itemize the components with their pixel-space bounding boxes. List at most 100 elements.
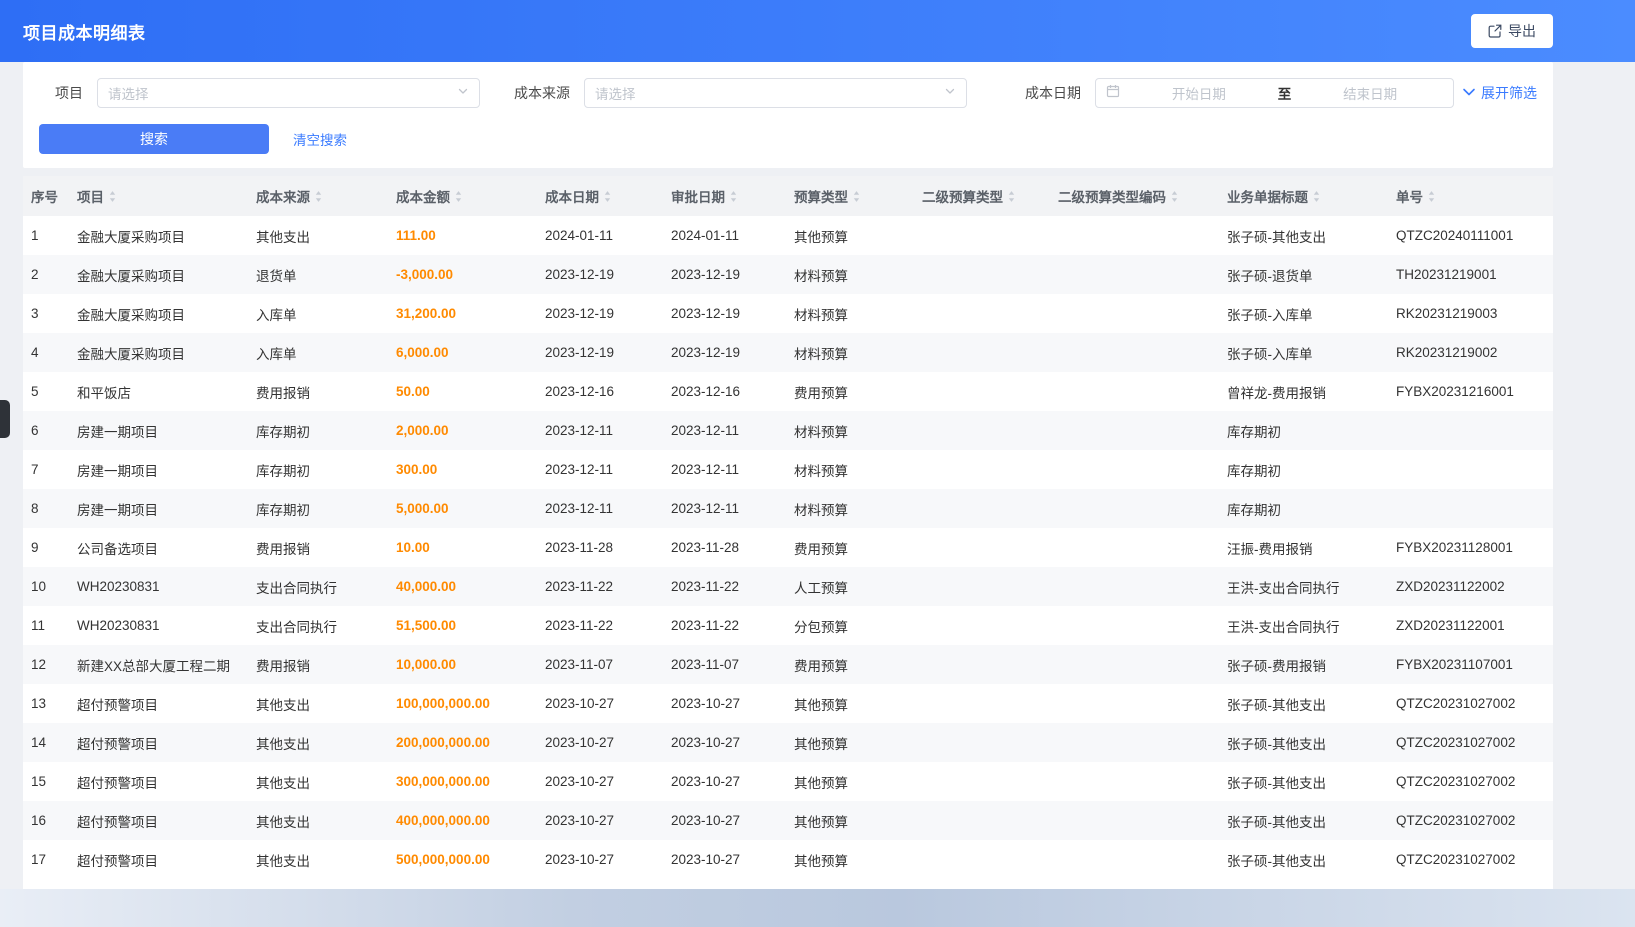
table-cell — [1050, 567, 1219, 606]
table-cell: 房建一期项目 — [69, 489, 248, 528]
table-cell: 9 — [23, 528, 69, 567]
table-cell — [914, 567, 1050, 606]
table-cell — [1050, 606, 1219, 645]
table-cell: FYBX20231107001 — [1388, 645, 1553, 684]
table-cell — [914, 684, 1050, 723]
table-cell: 300,000,000.00 — [388, 762, 537, 801]
table-cell — [914, 840, 1050, 879]
table-cell: 2023-12-19 — [663, 333, 786, 372]
column-header-6[interactable]: 预算类型 — [786, 176, 914, 216]
search-button[interactable]: 搜索 — [39, 124, 269, 154]
table-cell: 其他预算 — [786, 801, 914, 840]
cost-detail-table: 序号项目成本来源 成本金额 成本日期审批日期 预算类型二级预算类型二级预算类型编码 业务… — [23, 176, 1553, 879]
column-header-8[interactable]: 二级预算类型编码 — [1050, 176, 1219, 216]
project-select[interactable]: 请选择 — [97, 78, 480, 108]
table-cell: 10 — [23, 567, 69, 606]
table-cell: 2023-12-11 — [537, 411, 663, 450]
table-cell: 2023-10-27 — [537, 723, 663, 762]
table-cell: 材料预算 — [786, 294, 914, 333]
table-row: 9公司备选项目费用报销10.002023-11-282023-11-28费用预算… — [23, 528, 1553, 567]
table-cell: RK20231219002 — [1388, 333, 1553, 372]
table-cell: 张子硕-入库单 — [1219, 294, 1388, 333]
expand-chevron-icon — [1462, 85, 1476, 101]
table-cell — [1388, 411, 1553, 450]
table-row: 16超付预警项目其他支出400,000,000.002023-10-272023… — [23, 801, 1553, 840]
column-header-5[interactable]: 审批日期 — [663, 176, 786, 216]
date-range-picker[interactable]: 开始日期 至 结束日期 — [1095, 78, 1454, 108]
column-header-3[interactable]: 成本金额 — [388, 176, 537, 216]
table-cell: 40,000.00 — [388, 567, 537, 606]
table-cell: 其他预算 — [786, 684, 914, 723]
table-cell: 张子硕-其他支出 — [1219, 801, 1388, 840]
table-cell — [1050, 762, 1219, 801]
table-cell: FYBX20231216001 — [1388, 372, 1553, 411]
source-filter-label: 成本来源 — [508, 83, 570, 103]
source-select[interactable]: 请选择 — [584, 78, 967, 108]
export-button[interactable]: 导出 — [1471, 14, 1553, 48]
table-cell: 其他预算 — [786, 216, 914, 255]
table-cell: 和平饭店 — [69, 372, 248, 411]
table-cell — [914, 606, 1050, 645]
table-cell: 3 — [23, 294, 69, 333]
table-cell — [1050, 723, 1219, 762]
table-cell: 2023-12-19 — [537, 333, 663, 372]
table-cell — [1050, 528, 1219, 567]
table-cell: 100,000,000.00 — [388, 684, 537, 723]
column-header-10[interactable]: 单号 — [1388, 176, 1553, 216]
table-cell: 汪振-费用报销 — [1219, 528, 1388, 567]
table-cell: 其他支出 — [248, 840, 388, 879]
side-drawer-handle[interactable] — [0, 400, 10, 438]
table-cell: 其他支出 — [248, 801, 388, 840]
column-header-1[interactable]: 项目 — [69, 176, 248, 216]
chevron-down-icon — [944, 84, 956, 102]
sort-icon — [729, 189, 738, 204]
table-cell: 16 — [23, 801, 69, 840]
table-cell: 人工预算 — [786, 567, 914, 606]
table-cell — [914, 528, 1050, 567]
table-cell: 费用预算 — [786, 645, 914, 684]
table-row: 1金融大厦采购项目其他支出111.002024-01-112024-01-11其… — [23, 216, 1553, 255]
table-cell: 50.00 — [388, 372, 537, 411]
table-cell: 111.00 — [388, 216, 537, 255]
table-cell: WH20230831 — [69, 606, 248, 645]
sort-icon — [1427, 189, 1436, 204]
column-header-4[interactable]: 成本日期 — [537, 176, 663, 216]
column-header-9[interactable]: 业务单据标题 — [1219, 176, 1388, 216]
table-cell — [1050, 450, 1219, 489]
table-cell: QTZC20231027002 — [1388, 684, 1553, 723]
table-cell: 2023-12-11 — [663, 450, 786, 489]
table-cell: 入库单 — [248, 333, 388, 372]
sort-icon — [603, 189, 612, 204]
table-cell: 500,000,000.00 — [388, 840, 537, 879]
top-header: 项目成本明细表 导出 — [0, 0, 1635, 62]
table-cell: 张子硕-费用报销 — [1219, 645, 1388, 684]
clear-search-link[interactable]: 清空搜索 — [293, 129, 347, 149]
table-cell: 材料预算 — [786, 411, 914, 450]
column-header-7[interactable]: 二级预算类型 — [914, 176, 1050, 216]
column-header-label: 单号 — [1396, 186, 1423, 206]
table-cell: 超付预警项目 — [69, 723, 248, 762]
table-cell: 2023-12-11 — [537, 489, 663, 528]
column-header-label: 审批日期 — [671, 186, 725, 206]
start-date-input[interactable]: 开始日期 — [1126, 83, 1272, 103]
table-cell — [1050, 801, 1219, 840]
table-cell: 其他预算 — [786, 840, 914, 879]
end-date-input[interactable]: 结束日期 — [1297, 83, 1443, 103]
table-cell — [1050, 333, 1219, 372]
table-cell: 8 — [23, 489, 69, 528]
column-header-label: 二级预算类型编码 — [1058, 186, 1166, 206]
table-cell: 金融大厦采购项目 — [69, 255, 248, 294]
table-cell — [1050, 684, 1219, 723]
table-cell: 材料预算 — [786, 255, 914, 294]
column-header-label: 成本来源 — [256, 186, 310, 206]
expand-filters-link[interactable]: 展开筛选 — [1462, 83, 1537, 103]
column-header-label: 成本金额 — [396, 186, 450, 206]
column-header-label: 序号 — [31, 186, 58, 206]
table-cell: 新建XX总部大厦工程二期 — [69, 645, 248, 684]
table-cell: 200,000,000.00 — [388, 723, 537, 762]
sort-icon — [1007, 189, 1016, 204]
table-cell: 库存期初 — [1219, 450, 1388, 489]
column-header-2[interactable]: 成本来源 — [248, 176, 388, 216]
table-row: 3金融大厦采购项目入库单31,200.002023-12-192023-12-1… — [23, 294, 1553, 333]
table-cell: 费用报销 — [248, 645, 388, 684]
